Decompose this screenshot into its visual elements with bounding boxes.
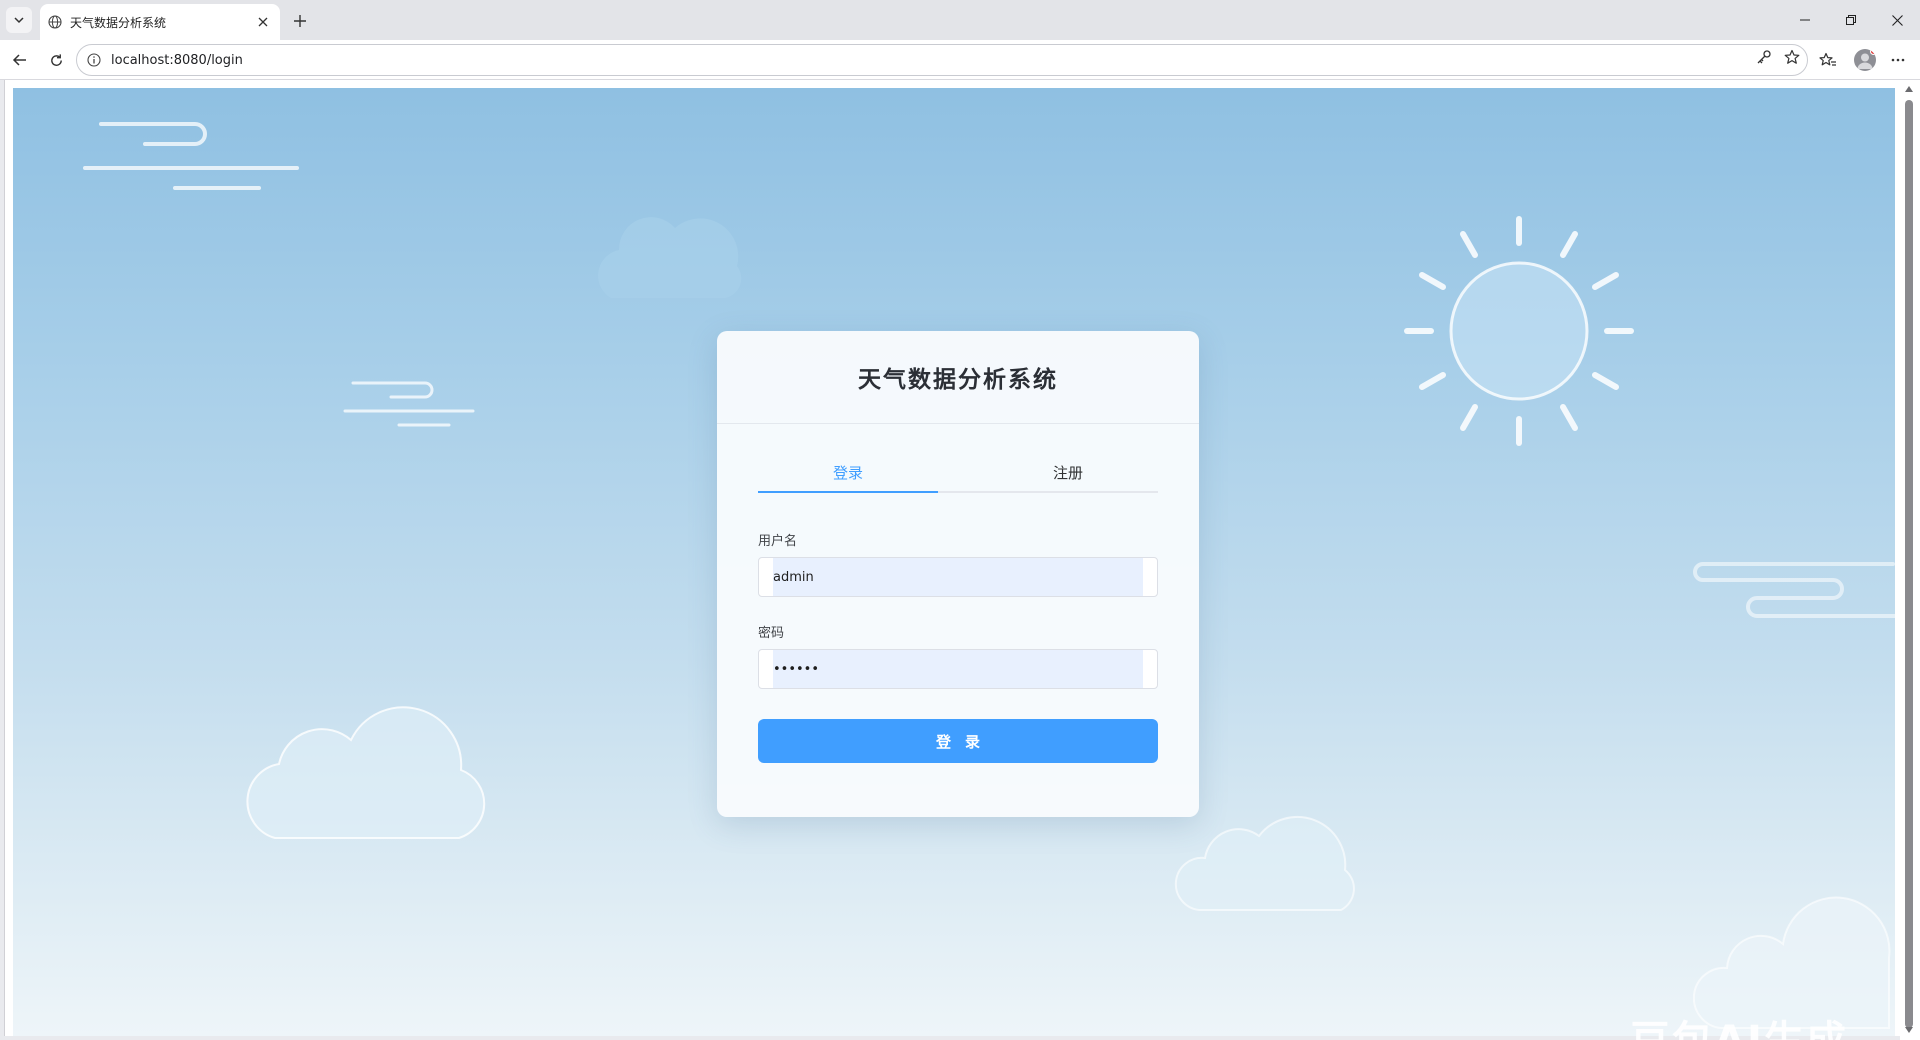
more-menu-button[interactable] [1884,46,1912,74]
close-icon [1891,14,1903,26]
sun-icon [1404,216,1634,446]
login-page: 天气数据分析系统 登录 注册 用户名 密码 登录 [13,88,1895,1036]
caret-up-icon [1905,86,1913,92]
auth-tabs: 登录 注册 [758,455,1158,493]
scroll-up-button[interactable] [1903,83,1915,95]
tab-list-button[interactable] [6,7,32,33]
wind-icon [343,381,475,427]
caret-down-icon [1905,1027,1913,1033]
reload-button[interactable] [42,46,70,74]
password-field-wrapper [758,649,1158,689]
login-submit-button[interactable]: 登录 [758,719,1158,763]
star-icon [1784,49,1800,64]
notification-dot [1870,49,1876,55]
more-horizontal-icon [1891,58,1905,62]
browser-tab-bar: 天气数据分析系统 [0,0,1920,40]
profile-avatar[interactable] [1854,49,1876,71]
wind-icon [1693,562,1895,618]
arrow-left-icon [12,54,26,66]
chevron-down-icon [14,17,24,24]
password-key-button[interactable] [1754,47,1774,67]
cloud-icon [1174,815,1355,911]
username-input[interactable] [773,558,1143,596]
url-text: localhost:8080/login [111,52,243,68]
minimize-icon [1800,19,1810,21]
tab-close-button[interactable] [254,13,272,31]
card-header: 天气数据分析系统 [717,331,1199,424]
page-title: 天气数据分析系统 [858,367,1058,393]
cloud-icon [246,706,486,839]
tab-title: 天气数据分析系统 [70,15,167,30]
restore-icon [1846,15,1856,25]
back-button[interactable] [6,46,34,74]
password-input[interactable] [773,650,1143,688]
cloud-icon [598,217,742,298]
address-bar[interactable]: localhost:8080/login [76,44,1808,76]
login-card: 天气数据分析系统 登录 注册 用户名 密码 登录 [717,331,1199,817]
new-tab-button[interactable] [288,9,312,33]
info-icon [87,53,101,67]
username-field-wrapper [758,557,1158,597]
minimize-button[interactable] [1782,0,1828,40]
wind-icon [83,122,299,190]
key-icon [1757,50,1771,64]
page-viewport: 天气数据分析系统 登录 注册 用户名 密码 登录 [4,80,1900,1036]
tab-login[interactable]: 登录 [758,455,938,493]
browser-tab[interactable]: 天气数据分析系统 [40,4,280,40]
close-icon [258,17,268,27]
bookmark-star-button[interactable] [1782,47,1802,67]
restore-button[interactable] [1828,0,1874,40]
globe-icon [48,15,62,29]
password-label: 密码 [758,626,785,641]
favorites-icon [1819,52,1836,66]
watermark-text: 豆包AI生成 [1630,1008,1848,1040]
scroll-down-button[interactable] [1903,1024,1915,1036]
username-label: 用户名 [758,534,798,549]
plus-icon [294,15,306,27]
favorites-button[interactable] [1814,46,1842,74]
browser-toolbar: localhost:8080/login [0,40,1920,80]
window-close-button[interactable] [1874,0,1920,40]
tab-register[interactable]: 注册 [938,455,1158,491]
scrollbar-thumb[interactable] [1905,100,1913,1028]
reload-icon [50,53,62,66]
